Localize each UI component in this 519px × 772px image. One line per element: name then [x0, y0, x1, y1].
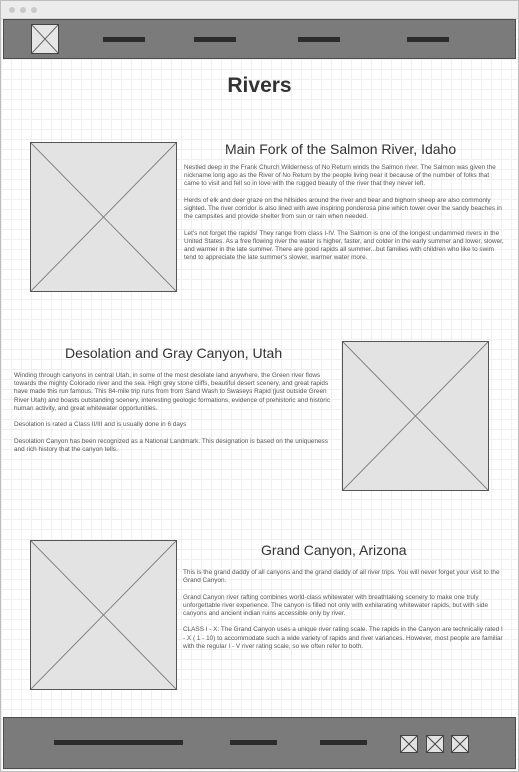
nav-link-1[interactable]: [103, 37, 145, 42]
nav-link-3[interactable]: [298, 37, 340, 42]
footer-link-1[interactable]: [54, 740, 183, 745]
window-dot-icon[interactable]: [9, 7, 15, 13]
section-paragraph: Herds of elk and deer graze on the hills…: [184, 196, 502, 221]
browser-window: Rivers Main Fork of the Salmon River, Id…: [0, 0, 519, 772]
section-paragraph: Grand Canyon river rafting combines worl…: [183, 593, 489, 617]
section-paragraph: Winding through canyons in central Utah,…: [14, 372, 331, 412]
section-image-placeholder-icon: [30, 540, 177, 690]
header-bar: [3, 19, 516, 59]
footer-link-3[interactable]: [320, 740, 367, 745]
placeholder-cross-icon: [343, 342, 488, 490]
nav-link-4[interactable]: [407, 37, 449, 42]
window-dot-icon[interactable]: [20, 7, 26, 13]
section-image-placeholder-icon: [30, 142, 177, 292]
section-paragraph: Nestled deep in the Frank Church Wildern…: [184, 164, 496, 188]
window-titlebar: [1, 1, 518, 19]
section-paragraph: Let's not forget the rapids! They range …: [184, 229, 504, 262]
section-text: Winding through canyons in central Utah,…: [14, 372, 336, 462]
footer-bar: [3, 717, 516, 769]
footer-link-2[interactable]: [230, 740, 277, 745]
page-canvas: Rivers Main Fork of the Salmon River, Id…: [1, 19, 518, 771]
section-paragraph: Desolation Canyon has been recognized as…: [14, 437, 328, 453]
section-paragraph: Desolation is rated a Class II/III and i…: [14, 421, 187, 429]
placeholder-cross-icon: [31, 541, 176, 689]
section-title: Desolation and Gray Canyon, Utah: [65, 345, 283, 361]
social-icon-1[interactable]: [400, 735, 418, 753]
nav-link-2[interactable]: [194, 37, 236, 42]
window-dot-icon[interactable]: [31, 7, 37, 13]
placeholder-cross-icon: [401, 736, 417, 752]
placeholder-cross-icon: [31, 143, 176, 291]
section-title: Main Fork of the Salmon River, Idaho: [225, 141, 457, 157]
section-paragraph: CLASS I - X: The Grand Canyon uses a uni…: [183, 626, 503, 650]
logo-placeholder-icon[interactable]: [31, 24, 59, 54]
page-title: Rivers: [227, 74, 292, 97]
section-paragraph: This is the grand daddy of all canyons a…: [183, 569, 500, 585]
section-text: This is the grand daddy of all canyons a…: [183, 569, 505, 659]
social-icon-2[interactable]: [426, 735, 444, 753]
placeholder-cross-icon: [452, 736, 468, 752]
social-icon-3[interactable]: [451, 735, 469, 753]
section-image-placeholder-icon: [342, 341, 489, 491]
section-title: Grand Canyon, Arizona: [261, 542, 407, 558]
section-text: Nestled deep in the Frank Church Wildern…: [184, 164, 506, 271]
placeholder-cross-icon: [427, 736, 443, 752]
placeholder-cross-icon: [31, 24, 59, 54]
